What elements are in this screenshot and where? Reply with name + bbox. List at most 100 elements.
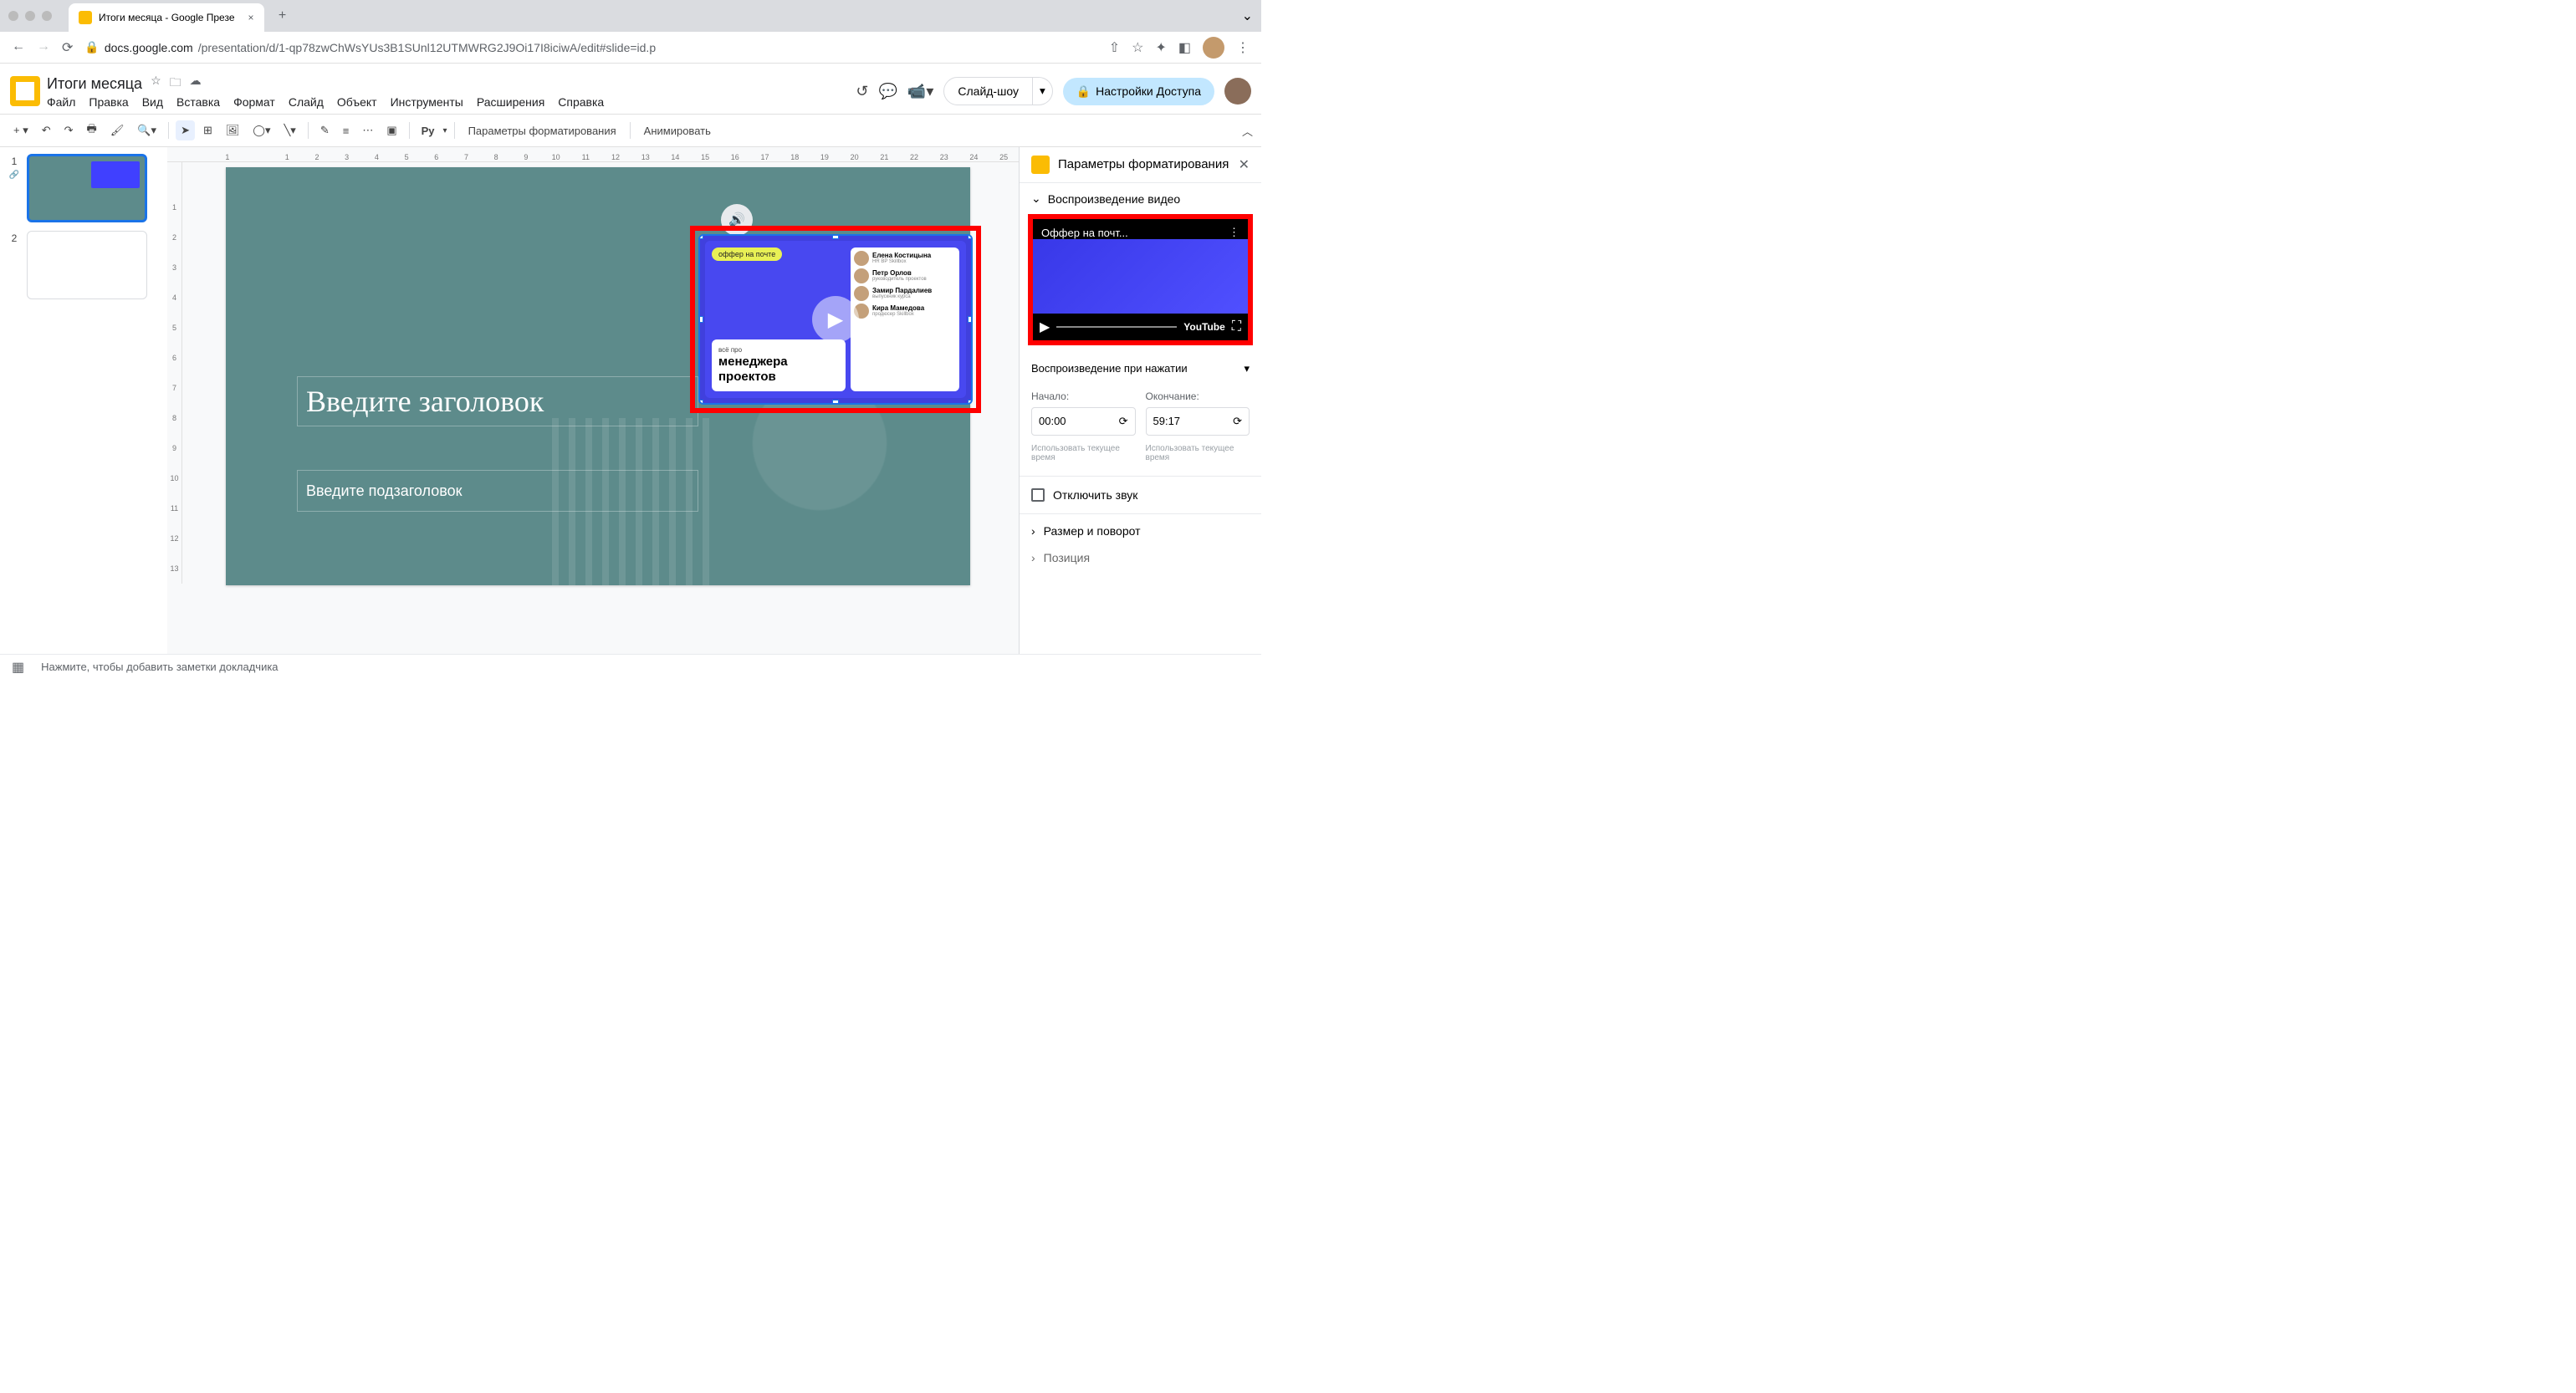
play-icon[interactable]: ▶ [1040,319,1050,335]
py-button[interactable]: Py [417,121,440,140]
menu-edit[interactable]: Правка [89,95,128,109]
border-weight-button[interactable]: ≡ [338,121,355,140]
menu-format[interactable]: Формат [233,95,275,109]
progress-bar[interactable] [1056,326,1177,328]
document-title[interactable]: Итоги месяца [47,75,142,93]
slide-thumbnail-1[interactable] [27,154,147,222]
resize-handle[interactable] [832,234,839,239]
shape-tool[interactable]: ◯▾ [248,120,275,140]
person-name: Замир Пардалиев [872,288,932,294]
resize-handle[interactable] [698,316,703,323]
format-options-panel: Параметры форматирования ✕ ⌄ Воспроизвед… [1019,147,1261,654]
subtitle-placeholder[interactable]: Введите подзаголовок [297,470,698,512]
chevron-down-icon[interactable]: ⌄ [1242,8,1253,24]
share-button[interactable]: 🔒 Настройки Доступа [1063,78,1214,105]
star-icon[interactable]: ☆ [151,74,161,94]
address-bar[interactable]: 🔒 docs.google.com/presentation/d/1-qp78z… [84,40,1096,54]
new-slide-button[interactable]: + ▾ [8,120,33,140]
browser-tab-strip: Итоги месяца - Google Презе × + ⌄ [0,0,1261,32]
menu-help[interactable]: Справка [558,95,604,109]
select-tool[interactable]: ➤ [176,120,195,140]
start-time-input[interactable]: 00:00 ⟳ [1031,407,1136,436]
section-video-playback[interactable]: ⌄ Воспроизведение видео [1020,183,1261,214]
zoom-button[interactable]: 🔍▾ [132,120,161,140]
undo-button[interactable]: ↶ [37,120,56,140]
slides-logo-icon[interactable] [10,76,40,106]
textbox-tool[interactable]: ⊞ [198,120,217,140]
ruler-vertical: 12345678910111213 [167,162,182,584]
slide-thumbnail-2[interactable] [27,231,147,299]
playback-mode-dropdown[interactable]: Воспроизведение при нажатии ▾ [1031,357,1250,380]
video-card-line1: менеджера [718,355,839,370]
resize-handle[interactable] [832,400,839,405]
paint-format-button[interactable]: 🖌 [105,120,130,140]
menu-icon[interactable]: ⋮ [1236,39,1250,56]
preview-title: Оффер на почт... [1041,227,1128,239]
share-icon[interactable]: ⇧ [1109,39,1120,56]
move-icon[interactable]: 🗀 [170,74,181,94]
slideshow-button[interactable]: Слайд-шоу [943,77,1033,105]
resize-handle[interactable] [968,316,973,323]
redo-button[interactable]: ↷ [59,120,79,140]
forward-button[interactable]: → [37,39,50,56]
avatar-icon [854,251,869,266]
collapse-toolbar-icon[interactable]: ︿ [1242,123,1253,139]
slideshow-dropdown[interactable]: ▾ [1033,77,1053,105]
avatar-icon [854,286,869,301]
title-placeholder[interactable]: Введите заголовок [297,376,698,426]
new-tab-button[interactable]: + [271,4,294,28]
back-button[interactable]: ← [12,39,25,56]
resize-handle[interactable] [698,234,703,239]
history-icon[interactable]: ↺ [856,83,868,100]
menu-view[interactable]: Вид [142,95,163,109]
video-object[interactable]: оффер на почте всё про менеджера проекто… [698,234,973,405]
sidepanel-icon[interactable]: ◧ [1178,39,1191,56]
end-time-input[interactable]: 59:17 ⟳ [1146,407,1250,436]
section-size-rotation[interactable]: › Размер и поворот [1020,513,1261,548]
menu-object[interactable]: Объект [337,95,377,109]
window-controls[interactable] [8,11,52,21]
comment-icon[interactable]: 💬 [879,83,897,100]
refresh-icon[interactable]: ⟳ [1119,415,1128,428]
star-icon[interactable]: ☆ [1132,39,1143,56]
border-dash-button[interactable]: ⋯ [357,120,378,140]
animate-button[interactable]: Анимировать [637,121,718,140]
refresh-icon[interactable]: ⟳ [1233,415,1242,428]
extensions-icon[interactable]: ✦ [1155,39,1166,56]
fullscreen-icon[interactable]: ⛶ [1232,319,1241,334]
app-header: Итоги месяца ☆ 🗀 ☁ Файл Правка Вид Встав… [0,64,1261,114]
section-position[interactable]: › Позиция [1020,548,1261,574]
resize-handle[interactable] [968,234,973,239]
play-icon[interactable]: ▶ [812,296,859,343]
menu-insert[interactable]: Вставка [176,95,220,109]
profile-avatar[interactable] [1203,37,1224,59]
resize-handle[interactable] [698,400,703,405]
checkbox-icon[interactable] [1031,488,1045,502]
cloud-icon[interactable]: ☁ [190,74,202,94]
mute-checkbox-row[interactable]: Отключить звук [1020,476,1261,513]
camera-icon[interactable]: 📹▾ [907,83,933,100]
close-tab-icon[interactable]: × [248,12,254,23]
menu-slide[interactable]: Слайд [289,95,324,109]
close-panel-icon[interactable]: ✕ [1239,156,1250,173]
speaker-notes-placeholder[interactable]: Нажмите, чтобы добавить заметки докладчи… [41,661,278,673]
border-color-button[interactable]: ✎ [315,120,335,140]
canvas[interactable]: 1123456789101112131415161718192021222324… [167,147,1019,654]
account-avatar[interactable] [1224,78,1251,105]
image-tool[interactable]: 🖼 [221,120,245,140]
menu-file[interactable]: Файл [47,95,75,109]
format-options-button[interactable]: Параметры форматирования [462,121,623,140]
print-button[interactable]: 🖶 [82,118,102,143]
reload-button[interactable]: ⟳ [62,39,73,56]
more-icon[interactable]: ⋮ [1229,226,1239,239]
chevron-right-icon: › [1031,551,1035,564]
menu-extensions[interactable]: Расширения [477,95,544,109]
line-tool[interactable]: ╲▾ [279,120,300,140]
mask-button[interactable]: ▣ [381,120,401,140]
slide[interactable]: 🔊 Введите заголовок Введите подзаголовок… [226,167,970,585]
grid-view-icon[interactable]: ▦ [12,659,24,676]
menu-tools[interactable]: Инструменты [391,95,463,109]
video-preview[interactable]: Оффер на почт... ⋮ ▶ YouTube ⛶ [1033,219,1248,340]
browser-tab[interactable]: Итоги месяца - Google Презе × [69,3,264,32]
resize-handle[interactable] [968,400,973,405]
